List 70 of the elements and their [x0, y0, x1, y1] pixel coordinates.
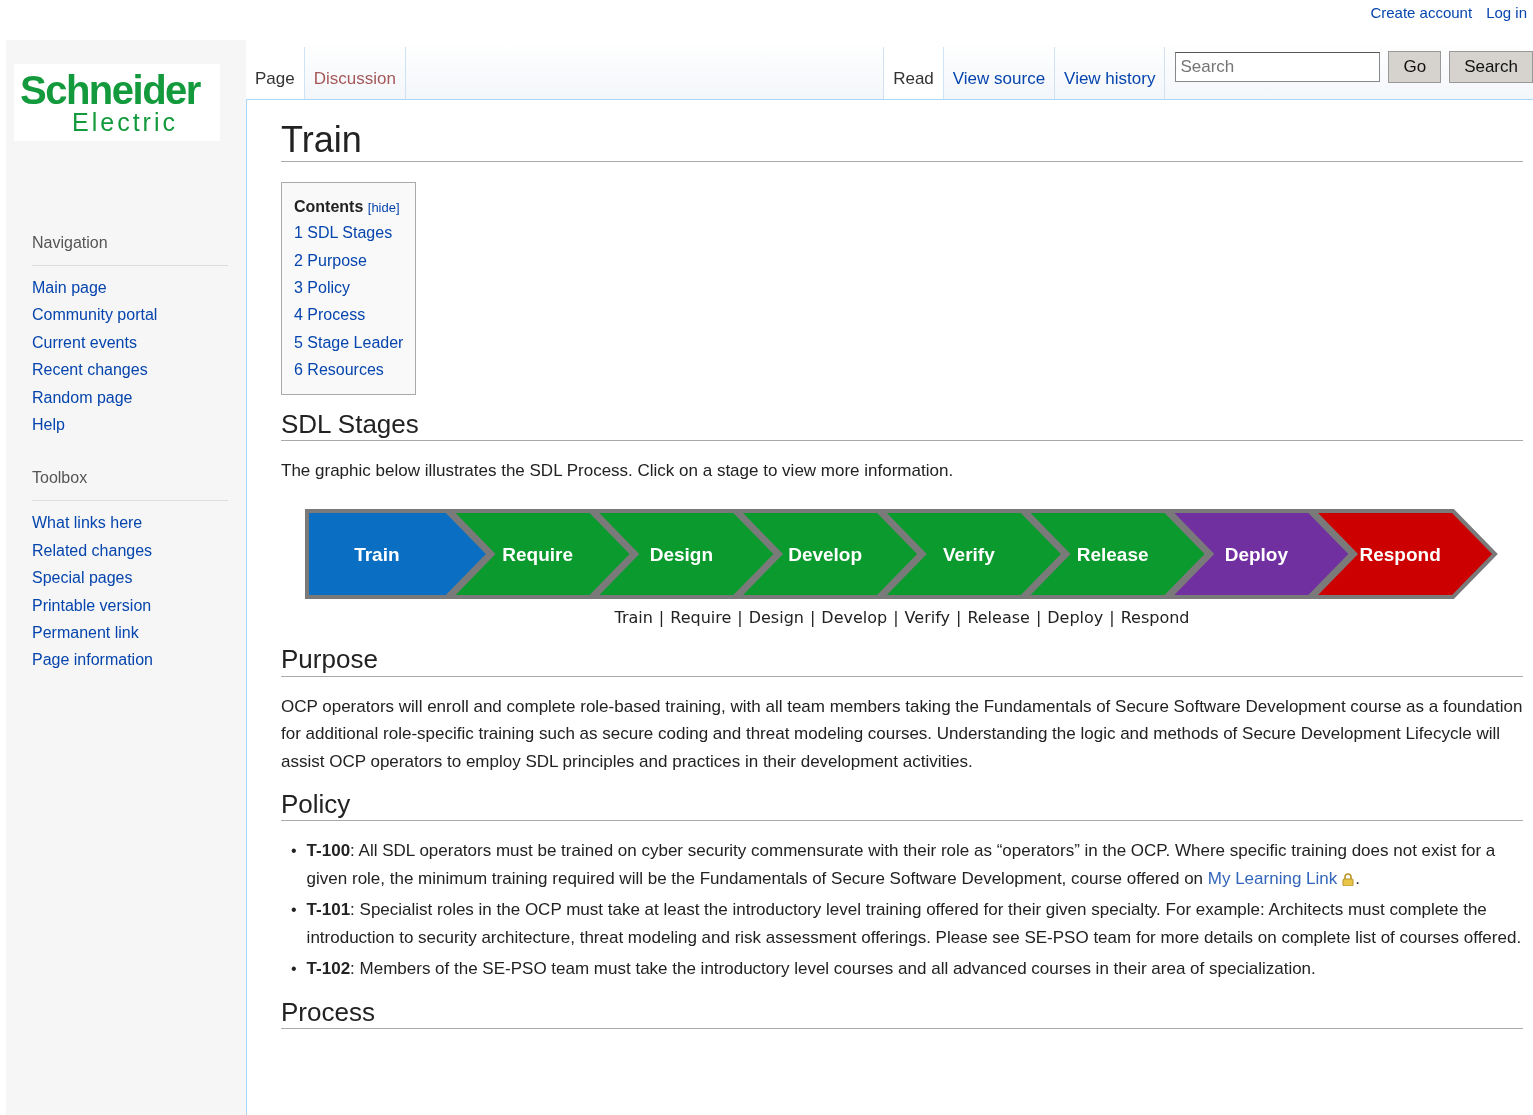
stage-link[interactable]: Train [614, 608, 653, 628]
company-logo[interactable]: Schneider Electric [14, 64, 220, 141]
stage-arrow[interactable]: Respond [1308, 509, 1498, 600]
learning-link[interactable]: My Learning Link [1207, 868, 1338, 888]
stage-arrow[interactable]: Design [589, 509, 780, 600]
policy-item: T-101: Specialist roles in the OCP must take at least the introductory level training offered for their given specialty. For example: Architects must complete the introduction to security architecture, threat modeling and risk assessment offerings. Please see SE-PSO team for more details on complete list of courses offered. [306, 899, 1523, 949]
section-heading: Purpose [281, 644, 1523, 677]
bullet: • [291, 841, 297, 862]
sidebar-heading: Toolbox [32, 466, 228, 502]
sidebar-link[interactable]: Page information [32, 646, 228, 674]
link-separator: | [658, 608, 665, 628]
bullet: • [291, 900, 297, 921]
sidebar-heading: Navigation [32, 231, 228, 266]
hide-link[interactable]: [hide] [367, 200, 400, 216]
policy-item: T-102: Members of the SE-PSO team must take the introductory level courses and all advanced courses in their area of specialization. [306, 958, 1316, 981]
contents-link[interactable]: 2 Purpose [294, 246, 404, 274]
link-separator: | [737, 608, 743, 628]
page-title: Train [281, 118, 1523, 163]
view-tab[interactable]: View history [1055, 47, 1166, 99]
sidebar-link[interactable]: Permanent link [32, 619, 228, 647]
bullet: • [291, 959, 297, 980]
paragraph: OCP operators will enroll and complete role-based training, with all team members taking the Fundamentals of Secure Software Development course as a foundation for additional role-specific training such as secure coding and threat modeling courses. Understanding the logic and methods of Secure Development Lifecycle will assist OCP operators to employ SDL principles and practices in their development activities. [281, 695, 1523, 773]
stage-link[interactable]: Design [748, 608, 804, 628]
stage-link[interactable]: Develop [821, 608, 888, 628]
stage-arrow[interactable]: Deploy [1164, 509, 1355, 600]
contents-link[interactable]: 4 Process [294, 301, 404, 329]
view-tab[interactable]: View source [943, 47, 1056, 99]
page-tab[interactable]: Discussion [304, 47, 406, 99]
sidebar-link[interactable]: Recent changes [32, 356, 228, 384]
stage-link[interactable]: Release [967, 608, 1030, 628]
link-separator: | [893, 608, 899, 628]
stage-arrow[interactable]: Develop [733, 509, 923, 600]
link-separator: | [1035, 608, 1042, 628]
account-link[interactable]: Log in [1486, 2, 1527, 25]
stage-link[interactable]: Deploy [1047, 608, 1104, 628]
contents-title: Contents [294, 198, 364, 216]
sidebar-link[interactable]: Random page [32, 383, 228, 412]
link-separator: | [809, 608, 816, 628]
contents-link[interactable]: 1 SDL Stages [294, 219, 404, 247]
stage-link[interactable]: Require [670, 608, 732, 628]
search-button[interactable]: Search [1449, 50, 1533, 83]
policy-item: T-100: All SDL operators must be trained on cyber security commensurate with their role as “operators” in the OCP. Where specific training does not exist for a given role, the minimum training required will be the Fundamentals of Secure Software Development, course offered on My Learning Link . [306, 840, 1497, 890]
stage-link[interactable]: Verify [904, 608, 950, 628]
sidebar-link[interactable]: Help [32, 411, 228, 439]
link-separator: | [956, 608, 962, 628]
section-heading: Policy [281, 789, 1523, 822]
stage-arrow[interactable]: Require [446, 509, 636, 600]
sidebar-link[interactable]: Main page [32, 274, 228, 302]
intro-text: The graphic below illustrates the SDL Process. Click on a stage to view more information. [281, 459, 955, 482]
section-heading: SDL Stages [281, 408, 1523, 441]
search-field[interactable]: Search [1175, 51, 1381, 82]
section-heading: Process [281, 996, 1523, 1029]
sidebar-link[interactable]: Related changes [32, 536, 228, 565]
sidebar-link[interactable]: Special pages [32, 564, 228, 592]
search-button[interactable]: Go [1388, 50, 1442, 83]
link-separator: | [1109, 608, 1115, 628]
stage-arrow[interactable]: Release [1021, 509, 1211, 600]
sidebar-link[interactable]: Printable version [32, 591, 228, 620]
sidebar-link[interactable]: Current events [32, 328, 228, 357]
stage-arrow[interactable]: Verify [877, 509, 1067, 600]
page-tab[interactable]: Page [246, 47, 305, 99]
lock-icon [1342, 872, 1355, 886]
contents-link[interactable]: 5 Stage Leader [294, 328, 404, 357]
sidebar-link[interactable]: Community portal [32, 301, 228, 329]
sidebar-link[interactable]: What links here [32, 509, 228, 537]
view-tab[interactable]: Read [883, 47, 944, 99]
account-link[interactable]: Create account [1370, 2, 1473, 25]
contents-link[interactable]: 6 Resources [294, 356, 404, 384]
stage-link[interactable]: Respond [1120, 608, 1190, 628]
contents-link[interactable]: 3 Policy [294, 274, 404, 302]
